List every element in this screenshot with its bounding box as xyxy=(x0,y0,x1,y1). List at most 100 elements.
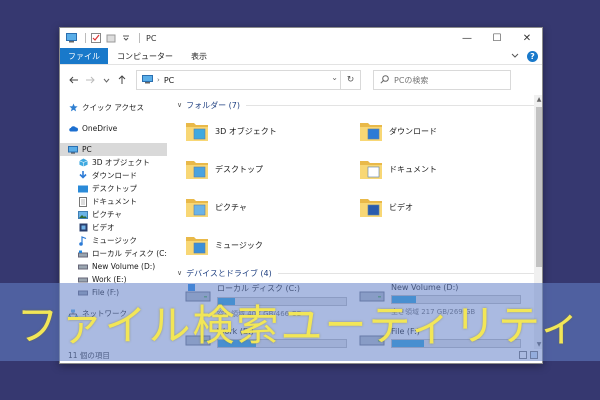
sidebar-item-drive-f[interactable]: File (F:) xyxy=(60,286,167,299)
sidebar-item-drive-d[interactable]: New Volume (D:) xyxy=(60,260,167,273)
view-switcher xyxy=(519,351,538,359)
sidebar-item-videos[interactable]: ビデオ xyxy=(60,221,167,234)
sidebar-item-onedrive[interactable]: OneDrive xyxy=(60,122,167,135)
sidebar-item-documents[interactable]: ドキュメント xyxy=(60,195,167,208)
pc-icon[interactable] xyxy=(66,33,77,44)
chevron-down-icon[interactable] xyxy=(511,52,519,61)
up-button[interactable] xyxy=(114,72,130,88)
drives-section-header[interactable]: ∨ デバイスとドライブ (4) xyxy=(177,266,542,280)
folder-pictures[interactable]: ピクチャ xyxy=(185,188,359,226)
sidebar-item-quick-access[interactable]: クイック アクセス xyxy=(60,101,167,114)
title-bar: PC — ☐ ✕ xyxy=(60,28,542,48)
close-button[interactable]: ✕ xyxy=(512,28,542,48)
folder-documents[interactable]: ドキュメント xyxy=(359,150,533,188)
music-icon xyxy=(78,235,88,246)
details-view-icon[interactable] xyxy=(519,351,527,359)
sidebar-item-drive-e[interactable]: Work (E:) xyxy=(60,273,167,286)
large-icons-view-icon[interactable] xyxy=(530,351,538,359)
back-button[interactable] xyxy=(66,72,82,88)
sidebar-item-pc[interactable]: PC xyxy=(60,143,167,156)
refresh-button[interactable]: ↻ xyxy=(340,71,360,89)
folder-icon xyxy=(360,199,382,217)
maximize-button[interactable]: ☐ xyxy=(482,28,512,48)
sidebar-item-label: New Volume (D:) xyxy=(92,262,156,271)
ribbon-right: ? xyxy=(511,48,538,65)
drive-icon xyxy=(185,284,211,302)
folder-label: 3D オブジェクト xyxy=(215,126,277,136)
sidebar-item-pictures[interactable]: ピクチャ xyxy=(60,208,167,221)
new-folder-icon[interactable] xyxy=(105,33,116,44)
recent-locations-button[interactable] xyxy=(98,72,114,88)
desktop-icon xyxy=(78,184,88,193)
folders-section-header[interactable]: ∨ フォルダー (7) xyxy=(177,98,542,112)
address-bar[interactable]: › PC ⌄ ↻ xyxy=(136,70,361,90)
status-bar: 11 個の項目 xyxy=(60,347,542,363)
folder-downloads[interactable]: ダウンロード xyxy=(359,112,533,150)
search-input[interactable] xyxy=(394,75,504,85)
folder-music[interactable]: ミュージック xyxy=(185,226,359,264)
sidebar-item-label: ネットワーク xyxy=(82,309,127,318)
address-path: PC xyxy=(163,75,175,85)
scroll-up-icon[interactable]: ▲ xyxy=(534,96,542,103)
sidebar-item-label: OneDrive xyxy=(82,124,118,133)
drive-usage-fill xyxy=(218,340,257,347)
sidebar-item-music[interactable]: ミュージック xyxy=(60,234,167,247)
folder-icon xyxy=(360,123,382,141)
sidebar-item-label: PC xyxy=(82,145,92,154)
customize-dropdown-icon[interactable] xyxy=(120,33,131,44)
separator xyxy=(85,33,86,43)
vertical-scrollbar[interactable]: ▲ ▼ xyxy=(534,95,542,349)
drive-icon xyxy=(78,249,88,258)
folder-label: ミュージック xyxy=(215,240,263,250)
network-icon xyxy=(68,309,78,318)
divider xyxy=(246,104,540,106)
help-button[interactable]: ? xyxy=(527,51,538,62)
minimize-button[interactable]: — xyxy=(452,28,482,48)
folder-desktop[interactable]: デスクトップ xyxy=(185,150,359,188)
folder-icon xyxy=(186,123,208,141)
folder-icon xyxy=(186,199,208,217)
sidebar-item-downloads[interactable]: ダウンロード xyxy=(60,169,167,182)
forward-button[interactable] xyxy=(82,72,98,88)
tab-file[interactable]: ファイル xyxy=(60,48,108,64)
folders-section-title: フォルダー (7) xyxy=(186,100,240,110)
search-box[interactable] xyxy=(373,70,511,90)
star-icon xyxy=(68,103,78,112)
chevron-down-icon[interactable]: ⌄ xyxy=(331,73,338,82)
drive-d[interactable]: New Volume (D:) 空き領域 217 GB/269 GB xyxy=(359,283,533,327)
back-arrow-icon xyxy=(69,76,78,84)
drive-usage-fill xyxy=(392,296,417,303)
separator xyxy=(139,33,140,43)
picture-icon xyxy=(78,210,88,219)
chevron-down-icon: ∨ xyxy=(177,269,183,277)
up-arrow-icon xyxy=(118,75,126,84)
sidebar-item-label: ピクチャ xyxy=(92,210,122,219)
sidebar-item-drive-c[interactable]: ローカル ディスク (C:) xyxy=(60,247,167,260)
sidebar-item-desktop[interactable]: デスクトップ xyxy=(60,182,167,195)
refresh-icon: ↻ xyxy=(346,75,355,85)
folder-label: ビデオ xyxy=(389,202,413,212)
window-controls: — ☐ ✕ xyxy=(452,28,542,48)
forward-arrow-icon xyxy=(86,76,95,84)
folder-icon xyxy=(360,161,382,179)
tab-view[interactable]: 表示 xyxy=(182,48,216,64)
tab-computer[interactable]: コンピューター xyxy=(108,48,182,64)
explorer-window: PC — ☐ ✕ ファイル コンピューター 表示 ? › PC ⌄ ↻ PCの検… xyxy=(59,27,543,364)
drive-usage-bar xyxy=(217,297,347,306)
pc-icon xyxy=(142,74,153,86)
cloud-icon xyxy=(68,124,78,133)
scroll-thumb[interactable] xyxy=(536,107,542,267)
properties-icon[interactable] xyxy=(90,33,101,44)
drive-icon xyxy=(78,262,88,271)
sidebar-item-label: ミュージック xyxy=(92,236,137,245)
sidebar-item-3d-objects[interactable]: 3D オブジェクト xyxy=(60,156,167,169)
folder-icon xyxy=(186,237,208,255)
folder-videos[interactable]: ビデオ xyxy=(359,188,533,226)
ribbon: ファイル コンピューター 表示 ? xyxy=(60,48,542,65)
folder-3d-objects[interactable]: 3D オブジェクト xyxy=(185,112,359,150)
sidebar-item-network[interactable]: ネットワーク xyxy=(60,307,167,320)
drive-c[interactable]: ローカル ディスク (C:) 空き領域 40X GB/466 GB xyxy=(185,283,359,327)
